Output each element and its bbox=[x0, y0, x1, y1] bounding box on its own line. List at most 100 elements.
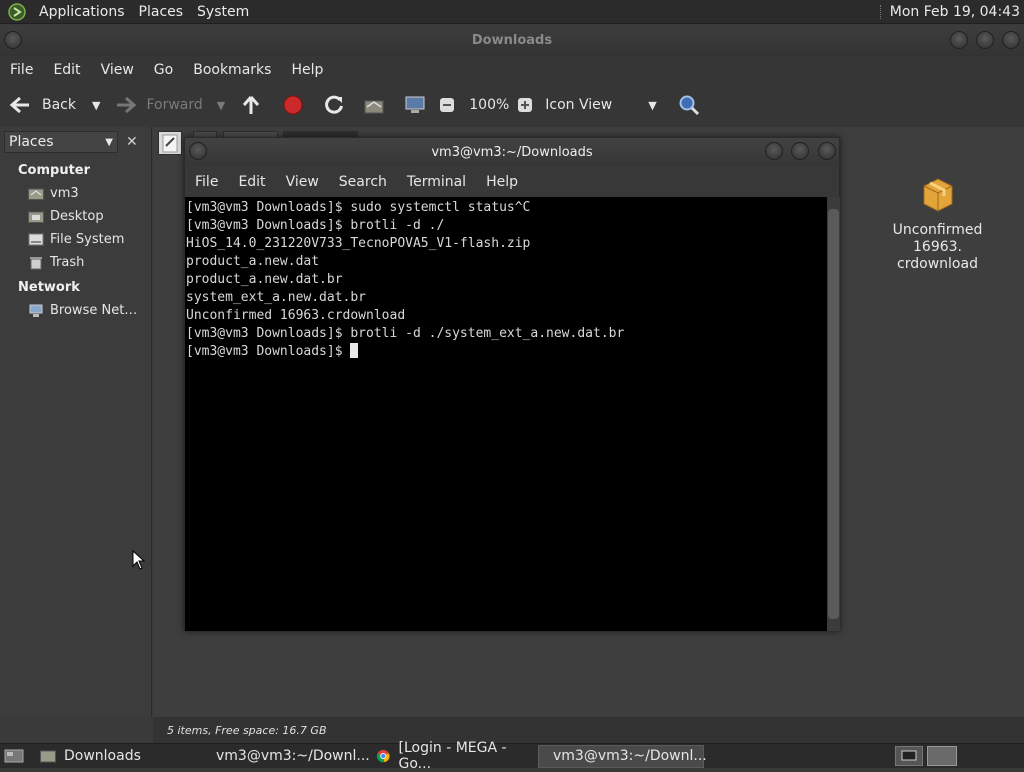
close-button[interactable] bbox=[818, 142, 836, 160]
forward-button[interactable]: Forward ▼ bbox=[114, 83, 225, 127]
task-downloads[interactable]: Downloads bbox=[34, 745, 200, 768]
forward-history-dropdown-icon[interactable]: ▼ bbox=[217, 99, 225, 112]
home-folder-icon bbox=[28, 187, 44, 201]
maximize-button[interactable] bbox=[976, 31, 994, 49]
chevron-down-icon: ▼ bbox=[105, 136, 113, 148]
back-button[interactable]: Back ▼ bbox=[8, 83, 100, 127]
sidebar-item-trash[interactable]: Trash bbox=[0, 251, 151, 274]
applications-menu[interactable]: Applications bbox=[32, 4, 132, 20]
menu-terminal[interactable]: Terminal bbox=[397, 174, 476, 190]
desktop-folder-icon bbox=[28, 210, 44, 224]
sidebar-item-label: vm3 bbox=[50, 186, 79, 201]
task-terminal-1[interactable]: vm3@vm3:~/Downl... bbox=[202, 745, 370, 768]
terminal-scrollbar[interactable] bbox=[827, 197, 840, 631]
menu-bookmarks[interactable]: Bookmarks bbox=[183, 62, 281, 78]
terminal-line: [vm3@vm3 Downloads]$ brotli -d ./ bbox=[186, 218, 445, 233]
file-name: Unconfirmed 16963. crdownload bbox=[870, 222, 1005, 273]
computer-icon[interactable] bbox=[403, 93, 427, 117]
back-label: Back bbox=[42, 97, 76, 113]
show-desktop-icon[interactable] bbox=[2, 746, 26, 766]
network-icon bbox=[28, 304, 44, 318]
sidebar-type-label: Places bbox=[9, 134, 54, 150]
sidebar-section-computer: Computer bbox=[18, 163, 91, 178]
menu-go[interactable]: Go bbox=[144, 62, 183, 78]
file-item-crdownload[interactable]: Unconfirmed 16963. crdownload bbox=[870, 172, 1005, 273]
back-history-dropdown-icon[interactable]: ▼ bbox=[92, 99, 100, 112]
zoom-level[interactable]: 100% bbox=[469, 97, 509, 113]
text-cursor bbox=[350, 343, 359, 358]
menu-file[interactable]: File bbox=[185, 174, 228, 190]
minimize-button[interactable] bbox=[765, 142, 783, 160]
distro-logo-icon[interactable] bbox=[6, 1, 28, 23]
window-menu-button[interactable] bbox=[4, 31, 22, 49]
menu-file[interactable]: File bbox=[0, 62, 43, 78]
mouse-pointer-icon bbox=[132, 550, 146, 570]
workspace-2[interactable] bbox=[927, 746, 957, 766]
sidebar-section-network: Network bbox=[18, 280, 80, 295]
taskbar: Downloads vm3@vm3:~/Downl... [Login - ME… bbox=[0, 740, 1024, 772]
sidebar-close-icon[interactable]: ✕ bbox=[126, 134, 138, 150]
clock[interactable]: Mon Feb 19, 04:43 bbox=[879, 4, 1020, 20]
terminal-prompt: [vm3@vm3 Downloads]$ bbox=[186, 344, 351, 359]
view-mode-select[interactable]: Icon View ▼ bbox=[545, 83, 656, 127]
view-mode-label: Icon View bbox=[545, 97, 613, 113]
menu-edit[interactable]: Edit bbox=[228, 174, 275, 190]
chrome-icon bbox=[376, 749, 390, 763]
task-label: vm3@vm3:~/Downl... bbox=[216, 748, 370, 764]
menu-view[interactable]: View bbox=[276, 174, 329, 190]
sidebar-item-desktop[interactable]: Desktop bbox=[0, 205, 151, 228]
scrollbar-thumb[interactable] bbox=[828, 209, 839, 619]
package-icon bbox=[923, 178, 952, 212]
sidebar-item-file-system[interactable]: File System bbox=[0, 228, 151, 251]
menu-view[interactable]: View bbox=[91, 62, 144, 78]
task-label: [Login - MEGA - Go... bbox=[398, 740, 507, 772]
terminal-window[interactable]: vm3@vm3:~/Downloads File Edit View Searc… bbox=[184, 137, 840, 631]
zoom-out-icon[interactable] bbox=[435, 93, 459, 117]
places-menu[interactable]: Places bbox=[132, 4, 191, 20]
sidebar-type-select[interactable]: Places ▼ bbox=[4, 131, 118, 153]
search-icon[interactable] bbox=[677, 93, 701, 117]
stop-icon[interactable] bbox=[281, 93, 305, 117]
terminal-menubar: File Edit View Search Terminal Help bbox=[185, 166, 839, 197]
zoom-in-icon[interactable] bbox=[513, 93, 537, 117]
terminal-line: product_a.new.dat.br bbox=[186, 272, 343, 287]
sidebar-item-vm3[interactable]: vm3 bbox=[0, 182, 151, 205]
forward-label: Forward bbox=[146, 97, 203, 113]
workspace-1[interactable] bbox=[895, 746, 923, 766]
terminal-line: Unconfirmed 16963.crdownload bbox=[186, 308, 406, 323]
window-menu-button[interactable] bbox=[189, 142, 207, 160]
terminal-screen[interactable]: [vm3@vm3 Downloads]$ sudo systemctl stat… bbox=[185, 197, 827, 631]
close-button[interactable] bbox=[1002, 31, 1020, 49]
task-label: Downloads bbox=[64, 748, 141, 764]
menu-help[interactable]: Help bbox=[281, 62, 333, 78]
forward-arrow-icon bbox=[114, 93, 138, 117]
panel-separator bbox=[879, 5, 882, 19]
status-text: 5 items, Free space: 16.7 GB bbox=[167, 723, 327, 737]
minimize-button[interactable] bbox=[950, 31, 968, 49]
clock-text: Mon Feb 19, 04:43 bbox=[889, 4, 1020, 20]
view-mode-dropdown-icon: ▼ bbox=[648, 98, 657, 112]
system-menu[interactable]: System bbox=[190, 4, 256, 20]
menu-edit[interactable]: Edit bbox=[43, 62, 90, 78]
top-panel: Applications Places System Mon Feb 19, 0… bbox=[0, 0, 1024, 24]
home-icon[interactable] bbox=[362, 93, 386, 117]
file-manager-titlebar[interactable]: Downloads bbox=[0, 25, 1024, 56]
workspace-window-icon bbox=[901, 750, 917, 761]
trash-icon bbox=[28, 256, 44, 270]
text-file-icon[interactable] bbox=[158, 131, 182, 155]
back-arrow-icon bbox=[8, 93, 32, 117]
reload-icon[interactable] bbox=[322, 93, 346, 117]
sidebar-item-browse-network[interactable]: Browse Net… bbox=[0, 299, 151, 322]
folder-icon bbox=[40, 750, 56, 763]
up-folder-icon[interactable] bbox=[239, 93, 263, 117]
menu-help[interactable]: Help bbox=[476, 174, 528, 190]
menu-search[interactable]: Search bbox=[329, 174, 397, 190]
sidebar-item-label: Browse Net… bbox=[50, 303, 138, 318]
task-terminal-2[interactable]: vm3@vm3:~/Downl... bbox=[538, 744, 707, 768]
task-label: vm3@vm3:~/Downl... bbox=[553, 748, 707, 764]
task-chrome[interactable]: [Login - MEGA - Go... bbox=[370, 740, 536, 772]
maximize-button[interactable] bbox=[791, 142, 809, 160]
terminal-titlebar[interactable]: vm3@vm3:~/Downloads bbox=[185, 138, 839, 166]
terminal-line: system_ext_a.new.dat.br bbox=[186, 290, 367, 305]
sidebar-header: Places ▼ ✕ bbox=[0, 127, 151, 157]
